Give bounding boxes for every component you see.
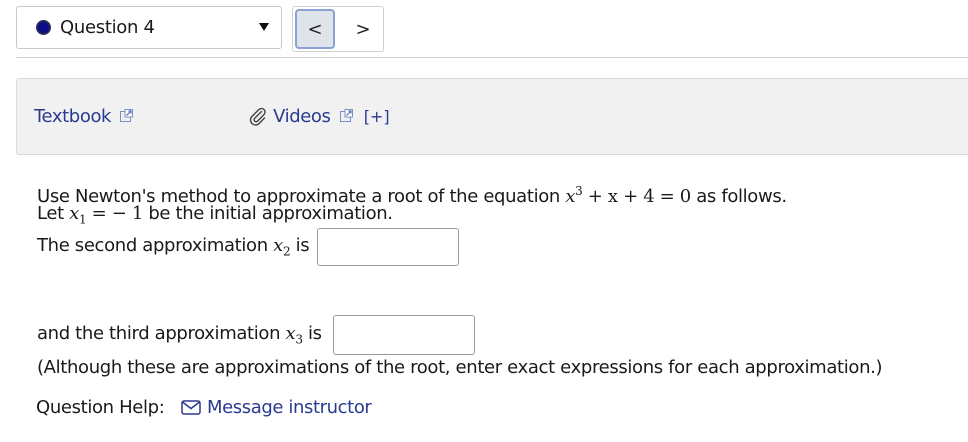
third-approximation-input[interactable]	[333, 315, 475, 355]
textbook-link-label: Textbook	[34, 106, 112, 127]
second-approximation-input[interactable]	[317, 228, 459, 266]
initial-approximation: x1 = − 1	[69, 203, 143, 227]
question-status-dot	[36, 20, 51, 35]
message-instructor-link[interactable]: Message instructor	[181, 397, 372, 418]
dropdown-caret-icon	[259, 23, 269, 31]
resources-panel	[16, 78, 968, 155]
videos-link-group: Videos [+]	[248, 106, 390, 127]
exact-expression-note: (Although these are approximations of th…	[37, 357, 883, 378]
equation: x3 + x + 4 = 0	[565, 184, 691, 207]
divider	[16, 57, 968, 58]
next-question-button[interactable]: >	[343, 7, 383, 51]
videos-expand-toggle[interactable]: [+]	[364, 107, 390, 126]
third-approx-label: and the third approximation x3 is	[37, 323, 322, 347]
textbook-link[interactable]: Textbook	[34, 106, 134, 127]
question-selector[interactable]: Question 4	[16, 6, 282, 49]
question-line-2: Let x1 = − 1 be the initial approximatio…	[37, 203, 393, 227]
envelope-icon	[181, 400, 201, 415]
question-selector-label: Question 4	[60, 17, 155, 38]
question-help-label: Question Help:	[36, 397, 165, 418]
paperclip-icon	[249, 107, 266, 126]
chevron-right-icon: >	[355, 18, 371, 40]
external-link-icon	[339, 109, 353, 122]
videos-link[interactable]: Videos	[273, 106, 331, 127]
question-help: Question Help:	[36, 397, 165, 418]
message-instructor-label: Message instructor	[207, 397, 372, 418]
second-approx-label: The second approximation x2 is	[37, 235, 310, 259]
previous-question-button[interactable]: <	[295, 9, 335, 49]
question-nav: < >	[292, 6, 384, 52]
external-link-icon	[120, 109, 134, 122]
chevron-left-icon: <	[307, 18, 323, 40]
